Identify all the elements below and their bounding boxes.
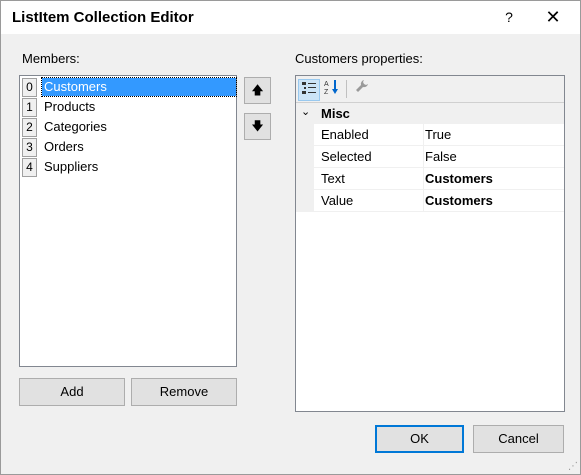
properties-label: Customers properties: (295, 51, 423, 66)
members-listbox[interactable]: 0 Customers 1 Products 2 Categories 3 Or… (19, 75, 237, 367)
collection-editor-dialog: ListItem Collection Editor ? ✕ Members: … (0, 0, 581, 475)
property-value[interactable]: Customers (425, 193, 493, 208)
property-value[interactable]: True (425, 127, 451, 142)
column-divider (423, 168, 424, 189)
list-item[interactable]: 4 Suppliers (22, 157, 234, 177)
property-name: Selected (321, 149, 372, 164)
ok-button[interactable]: OK (375, 425, 464, 453)
item-index: 2 (22, 118, 37, 137)
move-down-button[interactable]: 🡇 (244, 113, 271, 140)
members-label: Members: (22, 51, 80, 66)
list-item[interactable]: 3 Orders (22, 137, 234, 157)
property-grid: AZ ⌄ Misc Enabled True Selected False Te… (295, 75, 565, 412)
property-value[interactable]: False (425, 149, 457, 164)
item-label: Orders (44, 139, 84, 154)
arrow-up-icon: 🡅 (251, 83, 264, 97)
toolbar-separator (346, 80, 347, 98)
item-index: 4 (22, 158, 37, 177)
item-index: 3 (22, 138, 37, 157)
wrench-icon[interactable] (352, 79, 372, 99)
property-row-enabled[interactable]: Enabled True (296, 124, 564, 146)
resize-grip-icon[interactable]: ⋰ (568, 461, 578, 472)
svg-text:Z: Z (324, 89, 329, 95)
svg-text:A: A (324, 81, 329, 88)
column-divider (423, 190, 424, 211)
close-icon[interactable]: ✕ (538, 5, 568, 29)
item-label: Suppliers (44, 159, 99, 174)
title-bar: ListItem Collection Editor ? ✕ (1, 1, 580, 34)
column-divider (423, 124, 424, 145)
property-row-value[interactable]: Value Customers (296, 190, 564, 212)
category-row-misc[interactable]: ⌄ Misc (296, 103, 564, 124)
category-name: Misc (321, 106, 350, 121)
property-name: Value (321, 193, 354, 208)
property-grid-body: ⌄ Misc Enabled True Selected False Text … (296, 103, 564, 212)
cancel-button[interactable]: Cancel (473, 425, 564, 453)
property-value[interactable]: Customers (425, 171, 493, 186)
list-item[interactable]: 0 Customers (22, 77, 237, 97)
list-item[interactable]: 1 Products (22, 97, 234, 117)
item-label: Products (44, 99, 96, 114)
row-gutter (296, 168, 314, 189)
move-up-button[interactable]: 🡅 (244, 77, 271, 104)
column-divider (423, 146, 424, 167)
add-button[interactable]: Add (19, 378, 125, 406)
remove-button[interactable]: Remove (131, 378, 237, 406)
property-row-selected[interactable]: Selected False (296, 146, 564, 168)
item-label: Customers (41, 77, 237, 97)
list-item[interactable]: 2 Categories (22, 117, 234, 137)
item-index: 1 (22, 98, 37, 117)
property-name: Text (321, 171, 345, 186)
categorized-icon[interactable] (298, 79, 320, 101)
property-row-text[interactable]: Text Customers (296, 168, 564, 190)
item-index: 0 (22, 78, 37, 97)
property-grid-toolbar: AZ (296, 76, 564, 103)
item-label: Categories (44, 119, 107, 134)
alphabetical-icon[interactable]: AZ (322, 79, 342, 99)
chevron-down-icon[interactable]: ⌄ (301, 105, 310, 118)
window-title: ListItem Collection Editor (12, 9, 194, 26)
row-gutter (296, 146, 314, 167)
row-gutter (296, 190, 314, 211)
help-button[interactable]: ? (494, 5, 524, 29)
property-name: Enabled (321, 127, 369, 142)
row-gutter (296, 124, 314, 145)
arrow-down-icon: 🡇 (251, 119, 264, 133)
